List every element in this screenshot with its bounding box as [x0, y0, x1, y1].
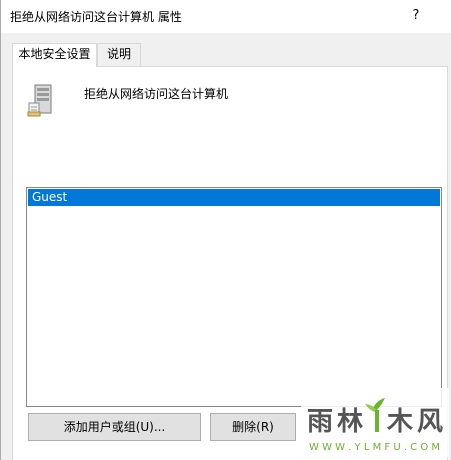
ylmfu-watermark-logo: 雨 林 木 风 W W W . Y L M F U . C O M [301, 388, 449, 458]
svg-text:林: 林 [337, 407, 363, 437]
tab-local-security-setting[interactable]: 本地安全设置 [12, 43, 97, 67]
help-button[interactable]: ? [404, 5, 428, 27]
title-bar: 拒绝从网络访问这台计算机 属性 ? [1, 0, 451, 33]
add-user-button[interactable]: 添加用户或组(U)... [28, 413, 201, 441]
tab-explain[interactable]: 说明 [97, 43, 141, 66]
remove-button[interactable]: 删除(R) [210, 413, 296, 441]
server-icon [27, 84, 52, 117]
policy-name: 拒绝从网络访问这台计算机 [84, 87, 229, 101]
list-item[interactable]: Guest [28, 189, 440, 206]
svg-text:木: 木 [386, 407, 413, 437]
window-title: 拒绝从网络访问这台计算机 属性 [10, 10, 182, 24]
properties-dialog: 拒绝从网络访问这台计算机 属性 ? 本地安全设置 说明 拒绝从网络访问这台计算机… [0, 0, 451, 460]
svg-text:雨: 雨 [307, 407, 333, 437]
user-list[interactable]: Guest [26, 187, 442, 407]
svg-text:风: 风 [417, 407, 443, 437]
svg-text:W W W . Y L M F U . C O M: W W W . Y L M F U . C O M [309, 442, 440, 453]
